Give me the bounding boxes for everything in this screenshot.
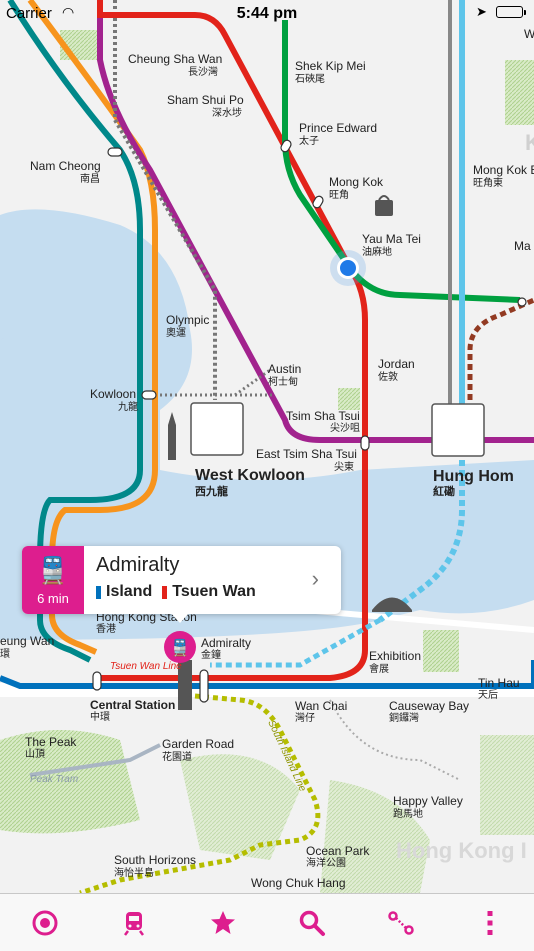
- label-hung-hom[interactable]: Hung Hom: [433, 468, 514, 485]
- svg-text:九龍: 九龍: [118, 400, 138, 413]
- svg-text:海怡半島: 海怡半島: [114, 866, 154, 879]
- star-icon: [210, 910, 235, 934]
- svg-text:南昌: 南昌: [80, 172, 100, 185]
- svg-text:長沙灣: 長沙灣: [188, 66, 218, 78]
- station-callout[interactable]: 🚆 6 min Admiralty Island Tsuen Wan ›: [22, 546, 341, 614]
- tab-bar: [0, 893, 534, 951]
- svg-text:Peak Tram: Peak Tram: [30, 774, 78, 785]
- label-mong-kok[interactable]: Mong Kok: [329, 175, 384, 189]
- svg-text:灣仔: 灣仔: [295, 712, 315, 724]
- tab-more[interactable]: [460, 898, 520, 948]
- status-time: 5:44 pm: [236, 5, 298, 22]
- svg-text:銅鑼灣: 銅鑼灣: [389, 711, 419, 724]
- svg-text:🚆: 🚆: [170, 638, 190, 657]
- label-shek-kip-mei[interactable]: Shek Kip Mei: [295, 59, 366, 73]
- line-name-tsuen-wan: Tsuen Wan: [172, 583, 256, 600]
- svg-text:石硤尾: 石硤尾: [295, 73, 325, 85]
- label-nam-cheong[interactable]: Nam Cheong: [30, 159, 101, 173]
- metro-map[interactable]: 🚆 Cheung Sha Wan 長沙灣 Sham Shui Po 深水埗 Sh…: [0, 0, 534, 893]
- svg-text:K: K: [525, 130, 534, 155]
- label-west-kowloon[interactable]: West Kowloon: [195, 467, 305, 484]
- label-sham-shui-po[interactable]: Sham Shui Po: [167, 93, 244, 107]
- svg-text:紅磡: 紅磡: [433, 484, 455, 498]
- label-exhibition[interactable]: Exhibition: [369, 649, 421, 663]
- label-happy-valley[interactable]: Happy Valley: [393, 794, 463, 808]
- target-icon: [32, 910, 57, 935]
- label-olympic[interactable]: Olympic: [166, 313, 209, 327]
- line-name-island: Island: [106, 583, 153, 600]
- svg-text:太子: 太子: [299, 134, 319, 147]
- svg-text:香港: 香港: [96, 623, 116, 635]
- svg-text:佐敦: 佐敦: [378, 370, 398, 383]
- tab-nearby[interactable]: [15, 898, 75, 948]
- chevron-right-icon[interactable]: ›: [312, 566, 319, 592]
- svg-text:Ma: Ma: [514, 239, 531, 253]
- label-austin[interactable]: Austin: [268, 362, 301, 376]
- tab-favorites[interactable]: [193, 898, 253, 948]
- label-the-peak[interactable]: The Peak: [25, 735, 77, 749]
- label-wong-chuk-hang[interactable]: Wong Chuk Hang: [251, 876, 346, 890]
- svg-text:Hong Kong I: Hong Kong I: [396, 838, 527, 863]
- tab-route[interactable]: [371, 898, 431, 948]
- label-jordan[interactable]: Jordan: [378, 357, 415, 371]
- status-bar: Carrier ◠ 5:44 pm ➤: [0, 0, 534, 28]
- svg-text:深水埗: 深水埗: [212, 106, 242, 119]
- svg-text:Tsuen Wan Line: Tsuen Wan Line: [110, 661, 182, 672]
- tsuen-wan-line-chip: [162, 585, 168, 599]
- route-icon: [387, 910, 414, 935]
- callout-station-name: Admiralty: [96, 554, 180, 576]
- label-central[interactable]: Central Station: [90, 698, 175, 712]
- label-garden-road[interactable]: Garden Road: [162, 737, 234, 751]
- label-tsim-sha-tsui[interactable]: Tsim Sha Tsui: [286, 409, 360, 423]
- label-sheung-wan[interactable]: eung Wan: [0, 634, 54, 648]
- label-wan-chai[interactable]: Wan Chai: [295, 699, 347, 713]
- svg-text:西九龍: 西九龍: [195, 484, 228, 498]
- label-admiralty[interactable]: Admiralty: [201, 636, 251, 650]
- location-arrow-icon: ➤: [476, 4, 487, 19]
- label-ocean-park[interactable]: Ocean Park: [306, 844, 370, 858]
- island-line-chip: [96, 585, 101, 599]
- svg-text:金鐘: 金鐘: [201, 648, 221, 661]
- label-yau-ma-tei[interactable]: Yau Ma Tei: [362, 232, 421, 246]
- current-location-dot: [340, 260, 356, 276]
- svg-text:跑馬地: 跑馬地: [393, 807, 423, 820]
- svg-text:尖東: 尖東: [334, 460, 354, 473]
- svg-text:旺角: 旺角: [329, 189, 349, 201]
- west-kowloon-station[interactable]: [190, 402, 244, 456]
- svg-text:油麻地: 油麻地: [362, 245, 392, 258]
- battery-icon: [496, 6, 526, 18]
- svg-text:尖沙咀: 尖沙咀: [330, 421, 360, 434]
- travel-time: 6 min: [37, 590, 69, 606]
- search-icon: [299, 910, 325, 936]
- label-prince-edward[interactable]: Prince Edward: [299, 121, 377, 135]
- svg-text:W: W: [524, 27, 534, 41]
- tab-search[interactable]: [282, 898, 342, 948]
- train-icon: 🚆: [36, 554, 70, 585]
- svg-text:旺角東: 旺角東: [473, 176, 503, 189]
- label-cheung-sha-wan[interactable]: Cheung Sha Wan: [128, 52, 222, 66]
- tab-stations[interactable]: [104, 898, 164, 948]
- svg-text:柯士甸: 柯士甸: [268, 375, 298, 388]
- svg-text:環: 環: [0, 648, 10, 660]
- svg-text:海洋公園: 海洋公園: [306, 856, 346, 869]
- svg-text:會展: 會展: [369, 662, 389, 675]
- svg-text:中環: 中環: [90, 710, 110, 723]
- more-icon: [487, 910, 492, 935]
- hung-hom-station[interactable]: [431, 403, 485, 457]
- label-south-horizons[interactable]: South Horizons: [114, 853, 196, 867]
- svg-text:奧運: 奧運: [166, 326, 186, 339]
- label-causeway-bay[interactable]: Causeway Bay: [389, 699, 469, 713]
- svg-text:花園道: 花園道: [162, 750, 192, 763]
- svg-text:山頂: 山頂: [25, 748, 45, 760]
- label-east-tsim-sha-tsui[interactable]: East Tsim Sha Tsui: [256, 447, 357, 461]
- label-kowloon[interactable]: Kowloon: [90, 387, 136, 401]
- callout-pointer: [171, 613, 189, 623]
- train-icon: [123, 911, 144, 936]
- travel-time-badge: 🚆 6 min: [22, 546, 84, 614]
- label-mong-kok-east[interactable]: Mong Kok E: [473, 163, 534, 177]
- shopping-bag-icon: [375, 200, 393, 216]
- callout-lines: Island Tsuen Wan: [96, 583, 329, 601]
- svg-text:天后: 天后: [478, 689, 498, 701]
- label-tin-hau[interactable]: Tin Hau: [478, 676, 520, 690]
